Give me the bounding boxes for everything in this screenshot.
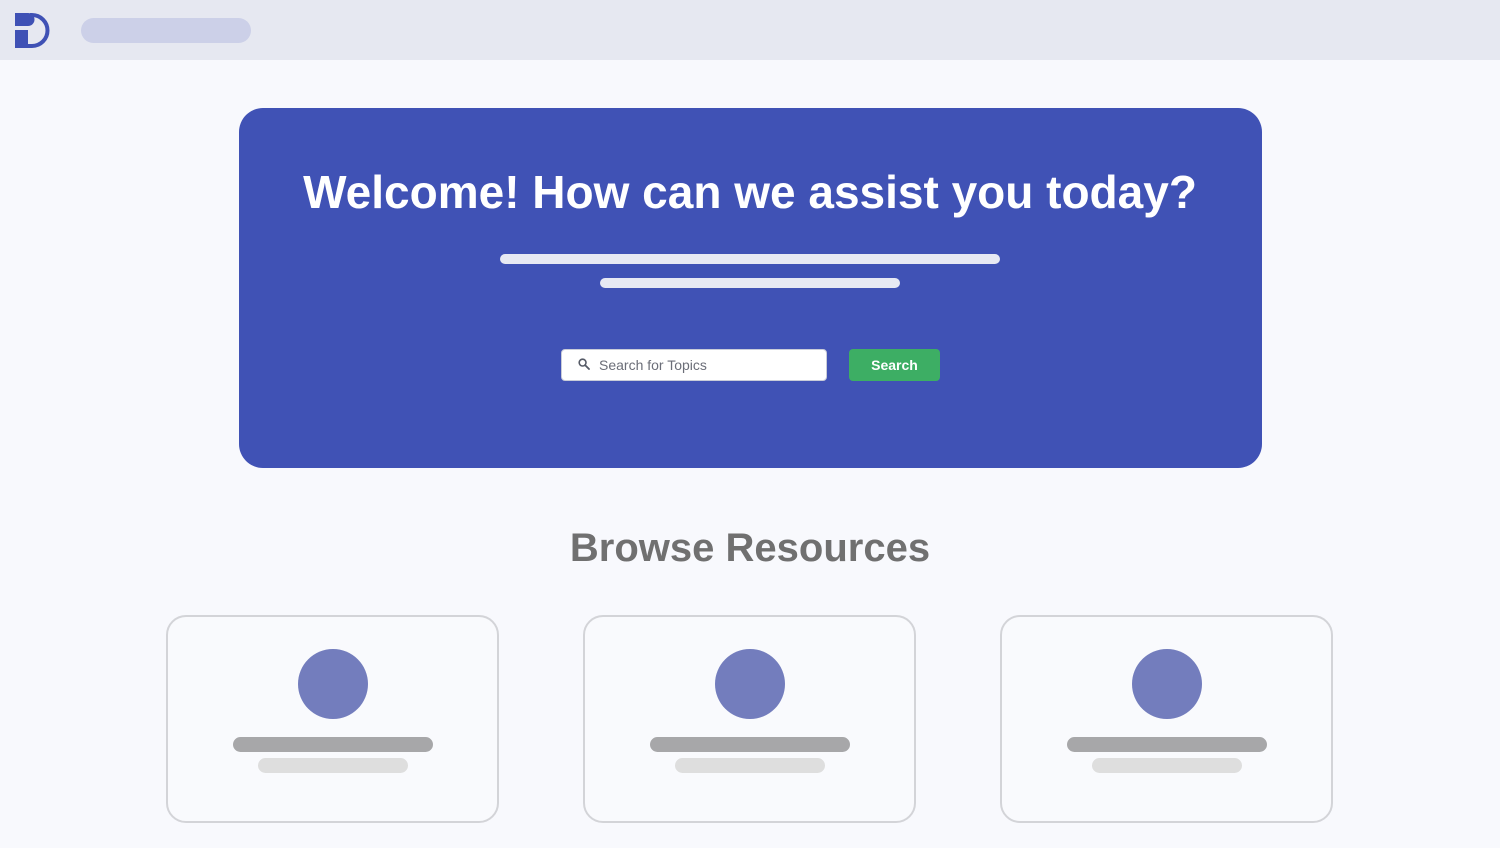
card-title-placeholder <box>233 737 433 752</box>
nav-placeholder-pill[interactable] <box>81 18 251 43</box>
search-button[interactable]: Search <box>849 349 940 381</box>
top-navbar <box>0 0 1500 60</box>
card-subtitle-placeholder <box>258 758 408 773</box>
hero-banner <box>239 108 1262 468</box>
search-placeholder-text: Search for Topics <box>599 357 707 373</box>
browse-resources-heading: Browse Resources <box>569 526 931 570</box>
search-icon <box>578 358 590 370</box>
resource-card[interactable] <box>166 615 499 823</box>
resource-circle-icon <box>715 649 785 719</box>
hero-subtitle-placeholder-line <box>500 254 1000 264</box>
resource-circle-icon <box>1132 649 1202 719</box>
brand-logo-icon[interactable] <box>14 13 50 48</box>
resource-card[interactable] <box>583 615 916 823</box>
card-subtitle-placeholder <box>1092 758 1242 773</box>
resource-circle-icon <box>298 649 368 719</box>
hero-subtitle-placeholder-line <box>600 278 900 288</box>
hero-title: Welcome! How can we assist you today? <box>303 166 1197 218</box>
card-title-placeholder <box>1067 737 1267 752</box>
card-title-placeholder <box>650 737 850 752</box>
resource-card[interactable] <box>1000 615 1333 823</box>
card-subtitle-placeholder <box>675 758 825 773</box>
